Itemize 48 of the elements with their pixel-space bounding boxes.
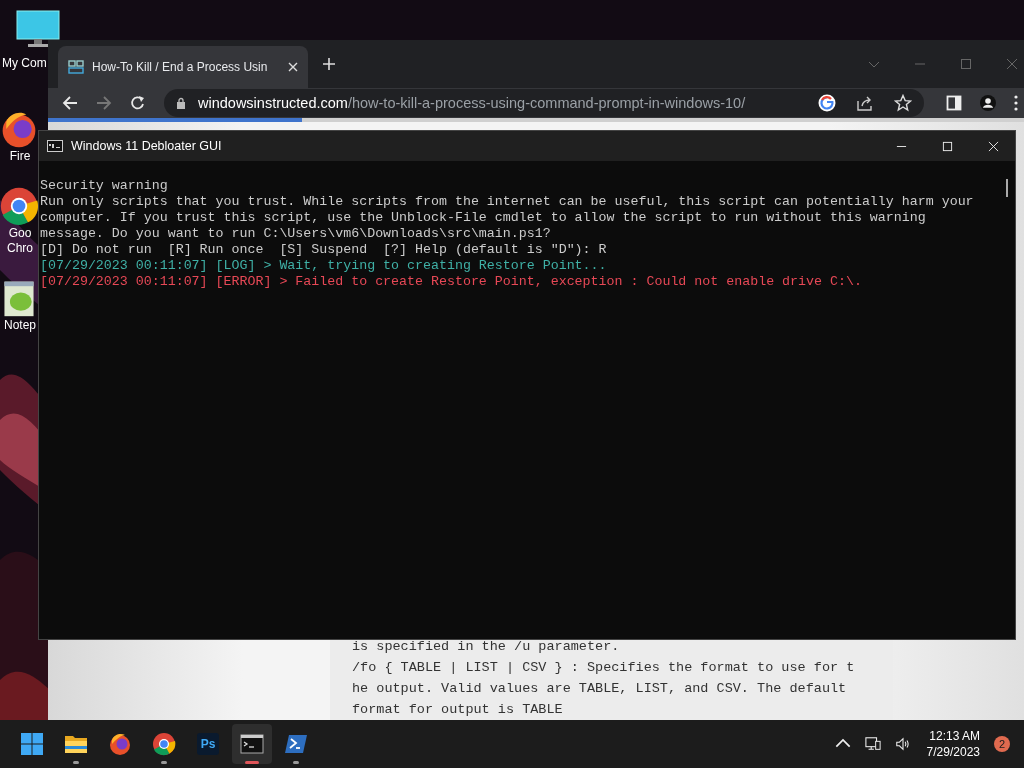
windows-start-icon — [20, 732, 44, 756]
desktop-icon-label: Notep — [3, 318, 36, 333]
clock-date[interactable]: 7/29/2023 — [926, 744, 980, 760]
photoshop-icon: Ps — [197, 733, 219, 755]
chrome-icon — [152, 732, 176, 756]
star-icon[interactable] — [894, 93, 912, 112]
desktop-icon-label: Goo — [7, 226, 32, 241]
scrollbar-thumb[interactable] — [1006, 179, 1008, 197]
clock-time[interactable]: 12:13 AM — [929, 728, 980, 744]
article-text: is specified in the /u parameter. — [352, 638, 621, 656]
volume-icon[interactable] — [894, 736, 911, 752]
menu-icon[interactable] — [1014, 94, 1018, 111]
side-panel-icon[interactable] — [946, 94, 962, 111]
window-title: Windows 11 Debloater GUI — [71, 139, 222, 153]
desktop-icon-label: My Com — [1, 56, 47, 71]
console-line: Security warning — [40, 178, 169, 194]
firefox-icon — [108, 732, 132, 756]
reload-icon[interactable] — [130, 94, 146, 111]
network-icon[interactable] — [864, 736, 881, 752]
console-line: computer. If you trust this script, use the Unblock-File cmdlet to allow the script to run without this warning — [40, 210, 927, 226]
desktop-icon-label: Fire — [8, 149, 31, 164]
back-arrow-icon[interactable] — [62, 94, 78, 111]
notification-badge[interactable]: 2 — [994, 736, 1010, 752]
console-line: [07/29/2023 00:11:07] [LOG] > Wait, trying to creating Restore Point... — [40, 258, 608, 274]
console-line: [D] Do not run [R] Run once [S] Suspend [?] Help (default is "D"): R — [40, 242, 608, 258]
console-line: Run only scripts that you trust. While scripts from the internet can be useful, this script can potentially harm your — [40, 194, 975, 210]
console-icon — [47, 140, 63, 152]
google-icon[interactable] — [818, 93, 836, 112]
url-text: windowsinstructed.com/how-to-kill-a-process-using-command-prompt-in-windows-10/ — [198, 94, 746, 111]
terminal-icon — [240, 732, 264, 756]
chrome-icon[interactable] — [0, 186, 39, 226]
console-line: message. Do you want to run C:\Users\vm6\Downloads\src\main.ps1? — [40, 226, 552, 242]
plus-icon[interactable] — [322, 57, 336, 71]
article-text: /fo { TABLE | LIST | CSV } : Specifies the format to use for t — [352, 659, 856, 677]
lock-icon — [176, 96, 186, 109]
taskbar-app[interactable] — [232, 724, 272, 764]
article-text: format for output is TABLE — [352, 701, 564, 719]
profile-icon[interactable] — [980, 94, 996, 111]
desktop-icon-label: Chro — [6, 241, 33, 256]
address-bar[interactable]: windowsinstructed.com/how-to-kill-a-process-using-command-prompt-in-windows-10/ — [164, 88, 924, 117]
powershell-icon — [284, 732, 308, 756]
article-text: he output. Valid values are TABLE, LIST, and CSV. The default — [352, 680, 848, 698]
monitor-icon[interactable] — [16, 10, 60, 48]
taskbar-app[interactable]: Ps — [188, 724, 228, 764]
console-line: [07/29/2023 00:11:07] [ERROR] > Failed to create Restore Point, exception : Could not enable drive C:\. — [40, 274, 863, 290]
site-icon — [68, 59, 84, 75]
forward-arrow-icon[interactable] — [96, 94, 112, 111]
browser-tab[interactable]: How-To Kill / End a Process Usin — [58, 46, 308, 88]
